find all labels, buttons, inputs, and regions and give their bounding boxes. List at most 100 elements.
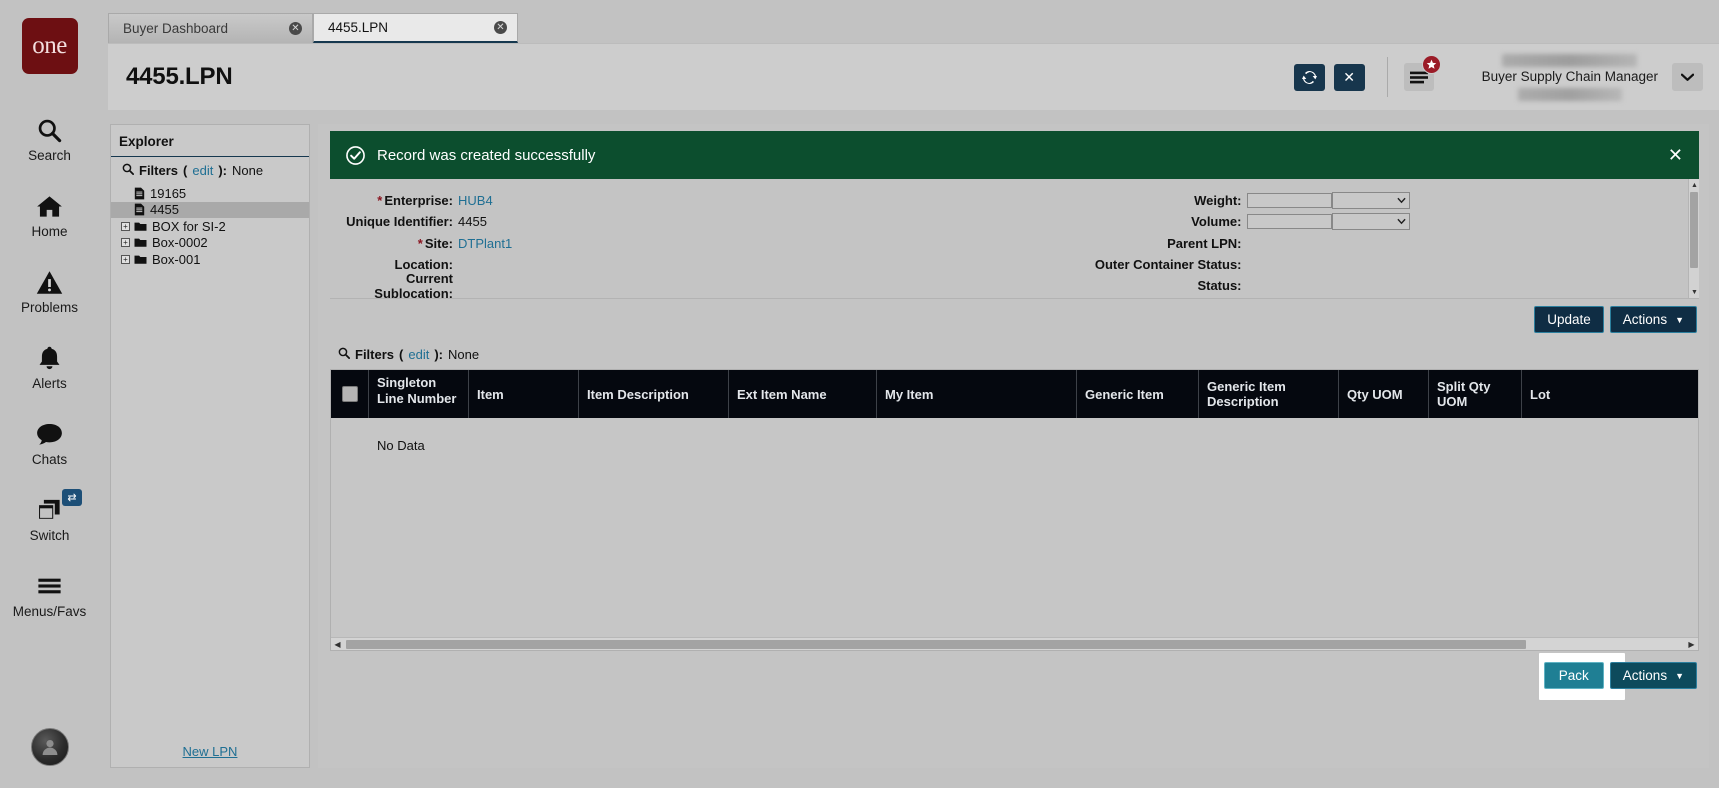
pack-button[interactable]: Pack [1544, 662, 1604, 689]
rail-item-alerts[interactable]: Alerts [0, 329, 99, 405]
column-header-ext-item-name[interactable]: Ext Item Name [729, 370, 877, 418]
one-network-logo[interactable]: one [22, 18, 78, 74]
rail-item-switch[interactable]: ⇄ Switch [0, 481, 99, 557]
column-header-item-description[interactable]: Item Description [579, 370, 729, 418]
rail-label-chats: Chats [32, 452, 67, 467]
column-header-lot[interactable]: Lot [1522, 370, 1622, 418]
search-icon [36, 115, 63, 145]
tab-buyer-dashboard[interactable]: Buyer Dashboard ✕ [108, 13, 313, 43]
field-label: Volume: [1015, 214, 1247, 229]
volume-input[interactable] [1247, 214, 1332, 229]
table-filters-edit-link[interactable]: edit [408, 347, 429, 362]
column-header-singleton-line-number[interactable]: Singleton Line Number [369, 370, 469, 418]
label-text: Enterprise: [384, 193, 453, 208]
field-status: Status: [1015, 275, 1700, 296]
user-identity[interactable]: Buyer Supply Chain Manager [1482, 54, 1658, 101]
explorer-filters-edit-link[interactable]: edit [192, 163, 213, 178]
rail-item-search[interactable]: Search [0, 101, 99, 177]
explorer-tree: 19165 4455 + BOX for SI-2 + [111, 184, 309, 744]
expand-plus-icon[interactable]: + [121, 222, 130, 231]
column-header-my-item[interactable]: My Item [877, 370, 1077, 418]
refresh-icon[interactable] [1294, 64, 1325, 91]
hamburger-icon [36, 571, 63, 601]
tree-node-label: Box-0002 [152, 235, 208, 250]
table-filters: Filters(edit): None [330, 341, 1699, 369]
field-value-site[interactable]: DTPlant1 [458, 236, 512, 251]
form-scroll-thumb[interactable] [1690, 192, 1698, 268]
table-scroll-thumb[interactable] [346, 640, 1526, 649]
close-x-icon[interactable]: ✕ [1334, 64, 1365, 91]
chevron-down-icon[interactable] [1672, 63, 1703, 91]
tree-node-box-0002[interactable]: + Box-0002 [111, 235, 309, 252]
tab-bar: Buyer Dashboard ✕ 4455.LPN ✕ [108, 13, 518, 43]
table-horizontal-scrollbar[interactable]: ◀ ▶ [331, 637, 1698, 650]
scroll-down-arrow-icon[interactable]: ▼ [1689, 286, 1699, 298]
column-header-generic-item-description[interactable]: Generic Item Description [1199, 370, 1339, 418]
close-icon[interactable]: ✕ [494, 21, 507, 34]
update-button[interactable]: Update [1534, 306, 1604, 333]
weight-input[interactable] [1247, 193, 1332, 208]
scroll-up-arrow-icon[interactable]: ▲ [1689, 179, 1699, 191]
column-header-split-qty-uom[interactable]: Split Qty UOM [1429, 370, 1522, 418]
volume-uom-select[interactable] [1332, 213, 1410, 230]
field-value-enterprise[interactable]: HUB4 [458, 193, 493, 208]
scroll-left-arrow-icon[interactable]: ◀ [331, 638, 344, 651]
tree-node-box-001[interactable]: + Box-001 [111, 251, 309, 268]
form-column-right: Weight: Volume: Parent L [1015, 190, 1700, 299]
weight-uom-select[interactable] [1332, 192, 1410, 209]
rail-item-problems[interactable]: Problems [0, 253, 99, 329]
rail-item-list: Search Home Problems Alerts [0, 101, 99, 633]
main-content: Record was created successfully ✕ *Enter… [318, 124, 1709, 768]
field-volume: Volume: [1015, 211, 1700, 232]
star-badge [1422, 55, 1441, 74]
close-icon[interactable]: ✕ [1668, 146, 1683, 164]
label-text: Site: [425, 236, 453, 251]
switch-badge[interactable]: ⇄ [62, 489, 82, 506]
rail-label-search: Search [28, 148, 71, 163]
rail-item-home[interactable]: Home [0, 177, 99, 253]
hamburger-menu-icon[interactable] [1404, 63, 1434, 91]
column-header-item[interactable]: Item [469, 370, 579, 418]
expand-plus-icon[interactable]: + [121, 238, 130, 247]
column-header-qty-uom[interactable]: Qty UOM [1339, 370, 1429, 418]
table-filters-label: Filters [355, 347, 394, 362]
close-icon[interactable]: ✕ [289, 22, 302, 35]
file-icon [134, 187, 145, 200]
column-header-generic-item[interactable]: Generic Item [1077, 370, 1199, 418]
tab-4455-lpn[interactable]: 4455.LPN ✕ [313, 13, 518, 43]
form-actions-button[interactable]: Actions ▼ [1610, 306, 1697, 333]
items-table-section: Filters(edit): None Singleton Line Numbe… [330, 341, 1699, 651]
user-name-redacted-top [1502, 54, 1637, 67]
rail-item-chats[interactable]: Chats [0, 405, 99, 481]
rail-item-menus-favs[interactable]: Menus/Favs [0, 557, 99, 633]
explorer-panel: Explorer Filters(edit): None 19165 [110, 124, 310, 768]
actions-button-label: Actions [1623, 668, 1667, 683]
field-current-sublocation: Current Sublocation: [330, 275, 1015, 296]
field-label: Weight: [1015, 193, 1247, 208]
header-actions: ✕ Buyer Supply Chain Manager [1285, 44, 1719, 110]
table-select-all-header [331, 370, 369, 418]
rail-label-problems: Problems [21, 300, 78, 315]
expand-plus-icon[interactable]: + [121, 255, 130, 264]
new-lpn-link[interactable]: New LPN [111, 744, 309, 767]
rail-label-menus-favs: Menus/Favs [13, 604, 87, 619]
filters-paren-open: ( [399, 347, 403, 362]
table-action-bar: Pack Actions ▼ [318, 651, 1709, 689]
avatar[interactable] [31, 728, 69, 766]
avatar-container[interactable] [31, 728, 69, 766]
tree-node-box-for-si-2[interactable]: + BOX for SI-2 [111, 218, 309, 235]
success-banner: Record was created successfully ✕ [330, 131, 1699, 179]
tree-node-4455[interactable]: 4455 [111, 202, 309, 219]
scroll-right-arrow-icon[interactable]: ▶ [1685, 638, 1698, 651]
filters-paren-open: ( [183, 163, 187, 178]
bell-icon [37, 343, 62, 373]
tree-node-label: 4455 [150, 202, 179, 217]
application-window: one Search Home Problems [0, 0, 1719, 788]
field-enterprise: *Enterprise: HUB4 [330, 190, 1015, 211]
rail-label-alerts: Alerts [32, 376, 67, 391]
form-vertical-scrollbar[interactable]: ▲ ▼ [1688, 179, 1699, 298]
tree-node-19165[interactable]: 19165 [111, 185, 309, 202]
table-actions-button[interactable]: Actions ▼ [1610, 662, 1697, 689]
select-all-checkbox[interactable] [342, 386, 358, 402]
home-icon [36, 191, 63, 221]
